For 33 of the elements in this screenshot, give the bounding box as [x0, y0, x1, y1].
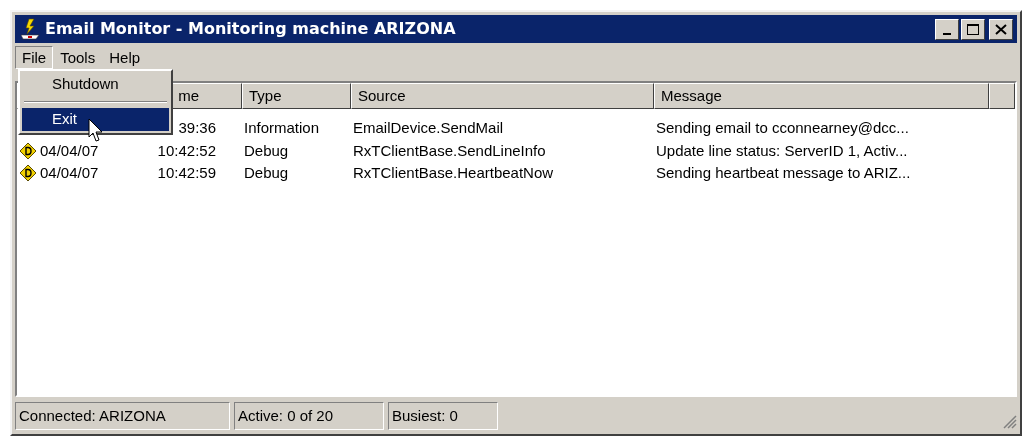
menu-item[interactable]: File — [15, 45, 54, 69]
message-cell: Sending heartbeat message to ARIZ... — [656, 164, 911, 181]
time-cell: 39:36 — [178, 119, 216, 136]
date-cell-text: 04/04/07 — [40, 163, 99, 183]
source-cell: RxTClientBase.HeartbeatNow — [353, 164, 554, 181]
message-cell: Sending email to cconnearney@dcc... — [656, 119, 909, 136]
menu-item[interactable]: Help — [102, 45, 148, 69]
maximize-button[interactable] — [961, 18, 985, 40]
type-cell: Debug — [244, 141, 289, 159]
date-cell-text: 04/04/07 — [40, 140, 99, 161]
source-cell: EmailDevice.SendMail — [353, 119, 504, 136]
time-cell: 10:42:52 — [157, 141, 216, 159]
status-panel: Busiest: 0 — [388, 402, 498, 430]
time-cell: 10:42:59 — [157, 164, 216, 181]
menu-item[interactable]: Tools — [53, 45, 103, 69]
source-cell: RxTClientBase.SendLineInfo — [353, 141, 546, 159]
column-header[interactable]: Source — [351, 83, 654, 109]
minimize-button[interactable] — [935, 18, 959, 40]
type-cell: Debug — [244, 164, 289, 181]
type-cell: Information — [244, 119, 320, 136]
debug-diamond-icon — [19, 164, 37, 183]
window-title: Email Monitor - Monitoring machine ARIZONA — [45, 18, 456, 40]
close-button[interactable] — [989, 18, 1013, 40]
status-panel: Active: 0 of 20 — [234, 402, 384, 430]
message-cell: Update line status: ServerID 1, Activ... — [656, 141, 908, 159]
debug-diamond-icon — [19, 141, 37, 160]
app-icon — [19, 18, 41, 40]
resize-grip-icon[interactable] — [1003, 415, 1017, 429]
close-icon — [995, 23, 1007, 35]
status-panel: Connected: ARIZONA — [15, 402, 230, 430]
menu-option[interactable]: Exit — [22, 108, 169, 131]
column-header[interactable]: Message — [654, 83, 989, 109]
column-header[interactable]: Type — [242, 83, 351, 109]
